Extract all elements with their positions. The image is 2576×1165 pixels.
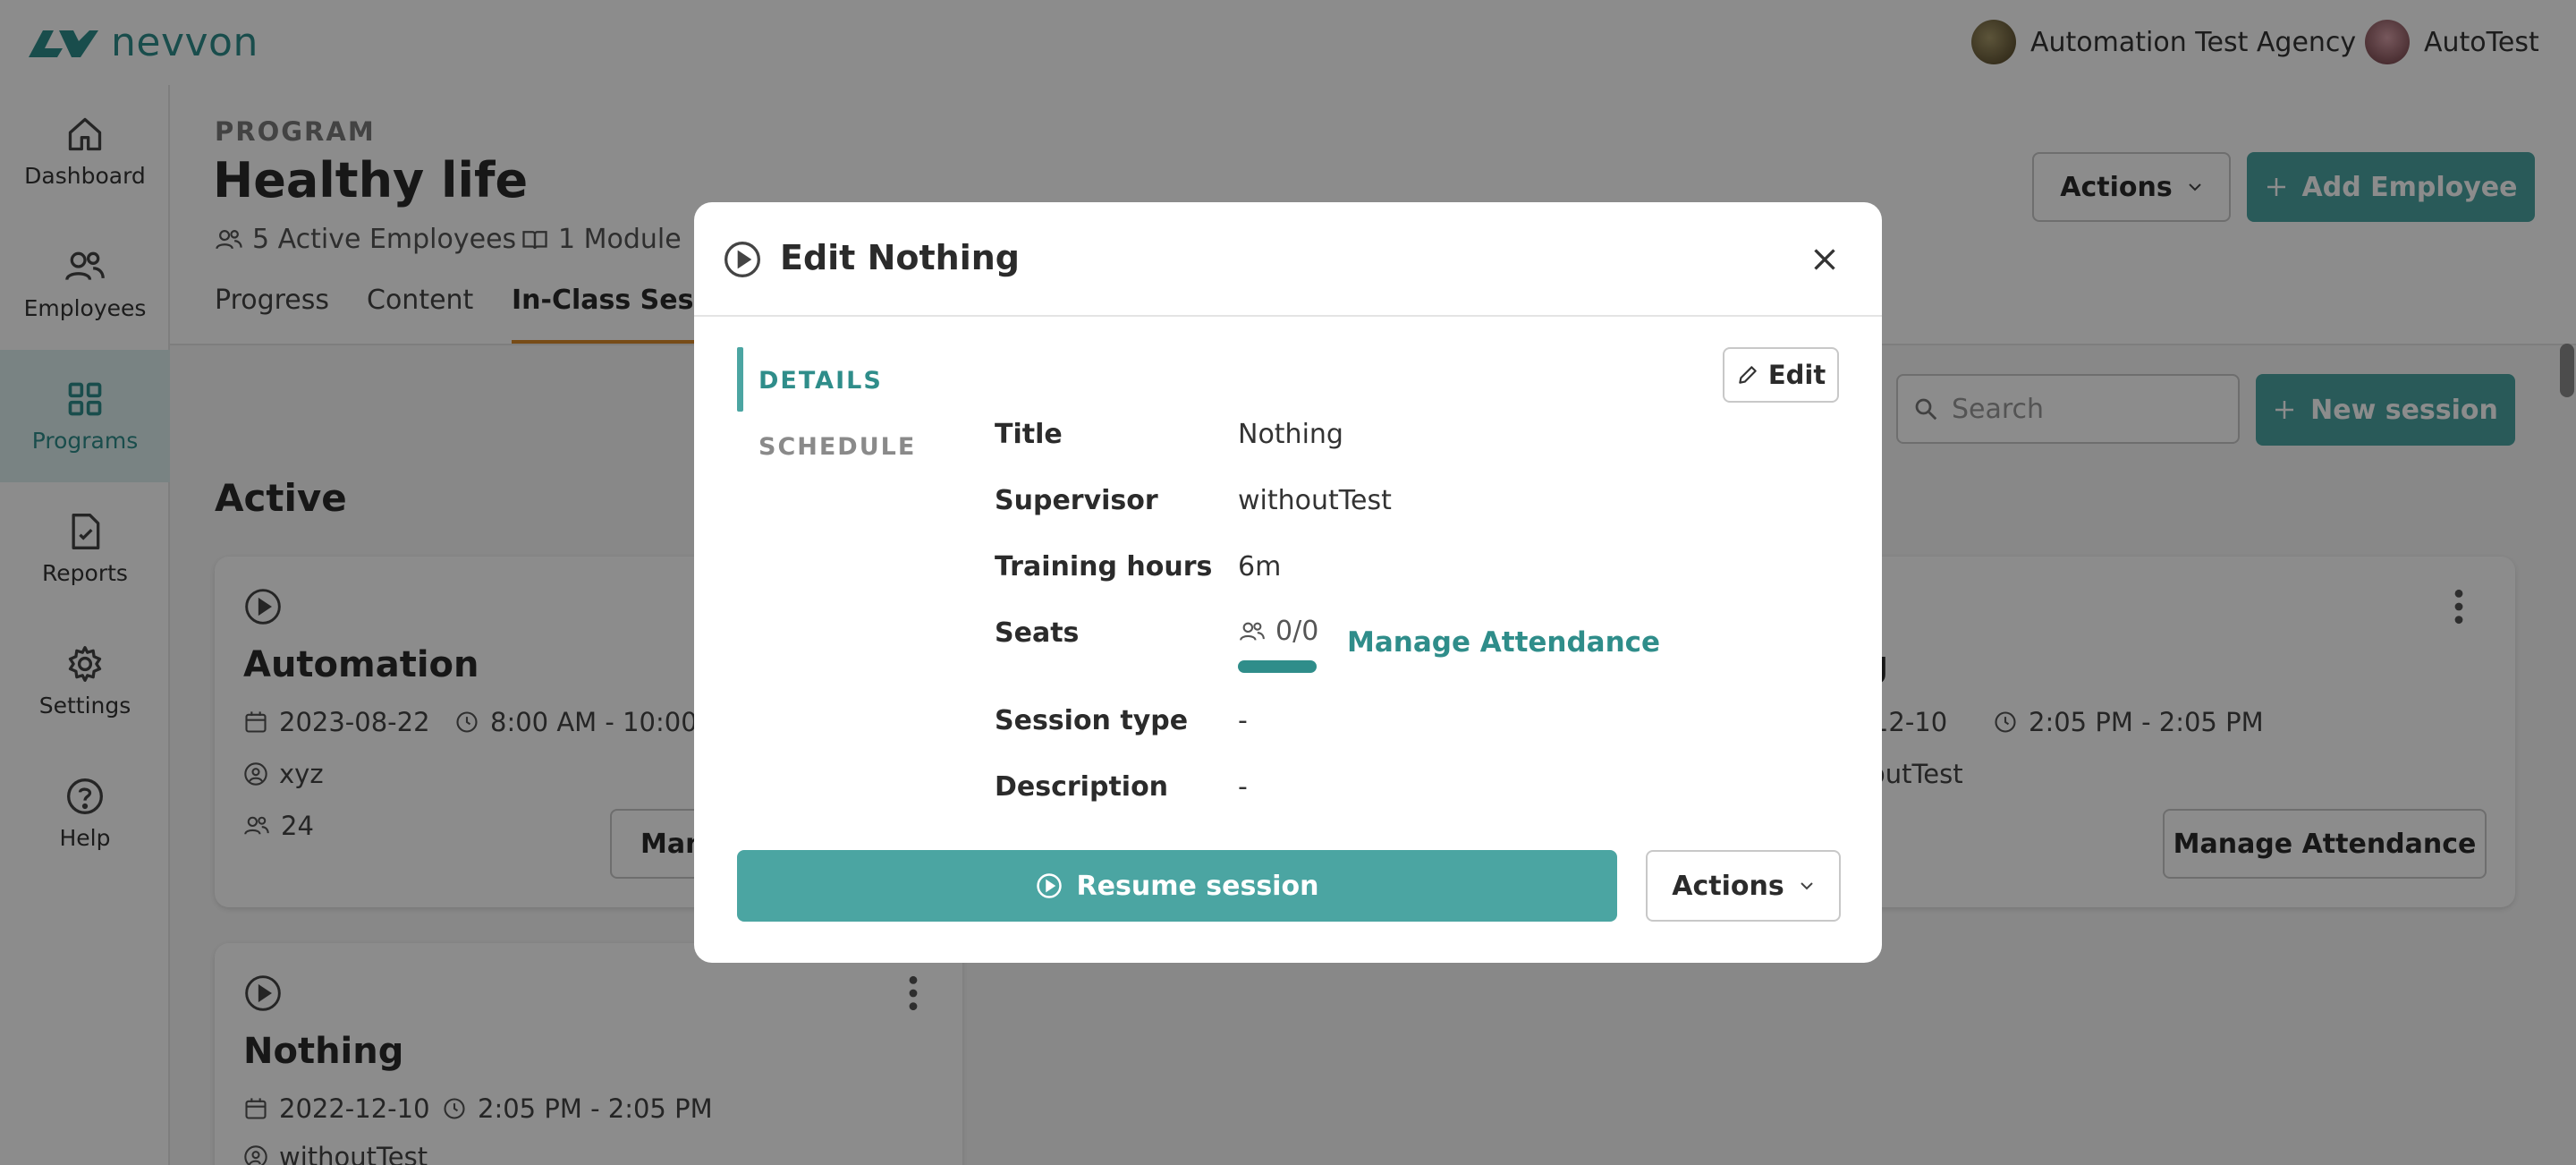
resume-session-button[interactable]: Resume session <box>737 850 1617 922</box>
field-value-title: Nothing <box>1238 419 1343 450</box>
resume-session-label: Resume session <box>1076 870 1319 902</box>
edit-button[interactable]: Edit <box>1723 347 1839 403</box>
modal-title: Edit Nothing <box>780 238 1020 277</box>
seats-progress-bar <box>1238 660 1317 673</box>
tab-details[interactable]: DETAILS <box>758 367 883 395</box>
field-label-training-hours: Training hours <box>995 551 1213 582</box>
tab-schedule[interactable]: SCHEDULE <box>758 433 916 461</box>
chevron-down-icon <box>1801 882 1813 890</box>
field-value-training-hours: 6m <box>1238 551 1282 582</box>
field-value-session-type: - <box>1238 705 1248 736</box>
field-label-title: Title <box>995 419 1063 450</box>
manage-attendance-link[interactable]: Manage Attendance <box>1347 626 1660 659</box>
modal-header: Edit Nothing <box>694 202 1882 317</box>
modal-actions-button[interactable]: Actions <box>1646 850 1841 922</box>
play-circle-icon <box>724 242 760 277</box>
field-label-session-type: Session type <box>995 705 1189 736</box>
edit-session-modal: Edit Nothing DETAILS SCHEDULE Edit Title… <box>694 202 1882 963</box>
modal-actions-label: Actions <box>1672 870 1784 902</box>
active-side-tab-marker <box>737 347 743 412</box>
pencil-icon <box>1739 366 1757 384</box>
close-icon[interactable] <box>1809 243 1841 276</box>
people-icon <box>1240 622 1265 641</box>
field-label-supervisor: Supervisor <box>995 485 1158 516</box>
field-label-description: Description <box>995 771 1169 803</box>
field-value-seats: 0/0 <box>1238 616 1318 647</box>
field-value-description: - <box>1238 771 1248 803</box>
field-label-seats: Seats <box>995 617 1080 649</box>
edit-label: Edit <box>1767 360 1826 390</box>
field-value-supervisor: withoutTest <box>1238 485 1392 516</box>
play-circle-icon <box>1036 873 1062 898</box>
seats-count: 0/0 <box>1275 616 1319 647</box>
